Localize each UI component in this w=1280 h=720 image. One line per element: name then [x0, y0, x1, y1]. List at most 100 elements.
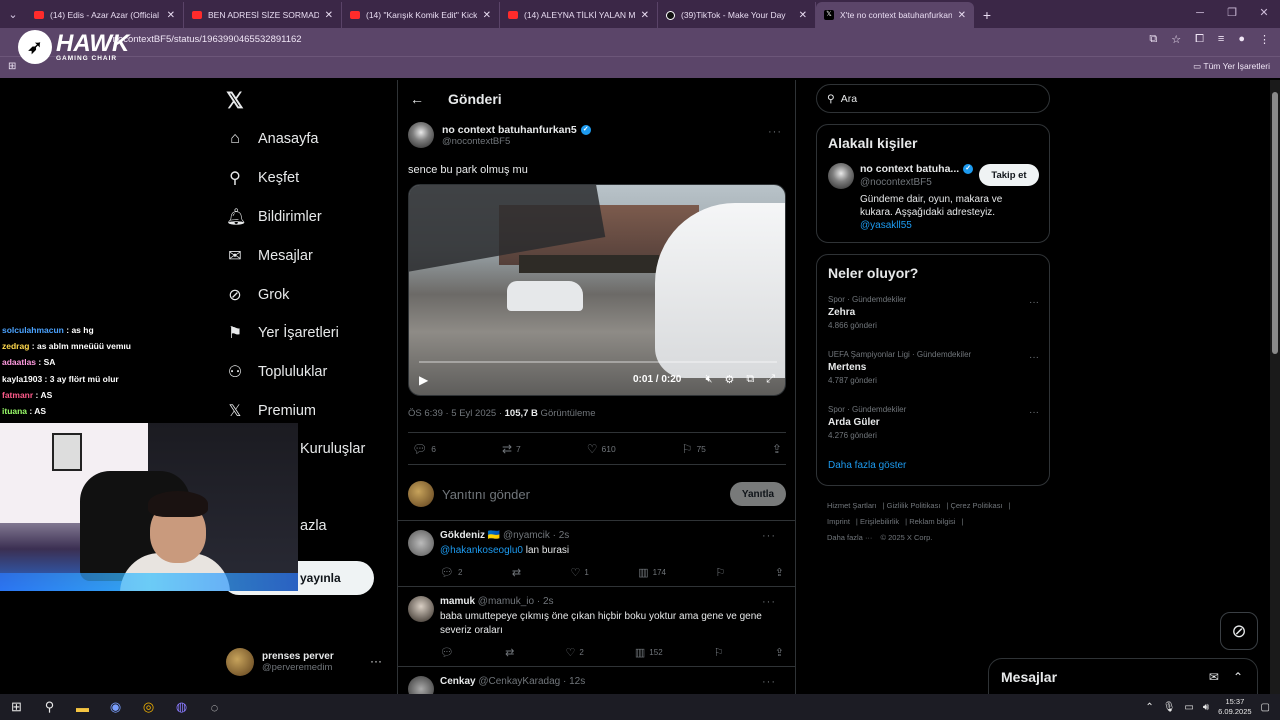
- windows-start-icon[interactable]: ⊞: [0, 699, 33, 715]
- nav-messages[interactable]: ✉ Mesajlar: [226, 236, 339, 275]
- share-button[interactable]: ⇪: [772, 442, 782, 456]
- pip-icon[interactable]: ⧉: [746, 373, 754, 386]
- views-button[interactable]: ▥ 152: [635, 646, 663, 659]
- video-player[interactable]: ▶ 0:01 / 0:20 🔇︎ ⚙ ⧉ ⤢: [408, 184, 786, 396]
- more-icon[interactable]: ···: [1029, 352, 1039, 363]
- new-tab-icon[interactable]: +: [974, 2, 1000, 28]
- profile-icon[interactable]: ●: [1238, 33, 1245, 46]
- reply-input[interactable]: Yanıtını gönder: [442, 487, 722, 502]
- all-bookmarks[interactable]: ▭ Tüm Yer İşaretleri: [1193, 61, 1270, 72]
- reply-button[interactable]: 💬︎: [440, 646, 454, 659]
- more-icon[interactable]: ···: [768, 126, 782, 138]
- obs-icon[interactable]: ◌: [198, 700, 231, 715]
- nav-communities[interactable]: ⚇ Topluluklar: [226, 353, 339, 392]
- relevant-person[interactable]: no context batuha... ✓ @nocontextBF5 Taki…: [817, 161, 1049, 241]
- file-explorer-icon[interactable]: ▬: [66, 700, 99, 715]
- install-icon[interactable]: ⧉: [1149, 33, 1157, 46]
- bookmark-button[interactable]: ⚐: [714, 646, 724, 659]
- more-icon[interactable]: ···: [762, 676, 776, 688]
- show-more-link[interactable]: Daha fazla göster: [817, 456, 1049, 483]
- volume-icon[interactable]: 🔊︎: [1203, 702, 1209, 713]
- nav-notifications[interactable]: 🔔︎ Bildirimler: [226, 198, 339, 237]
- list-item[interactable]: Gökdeniz 🇺🇦 @nyamcik · 2s ··· @hakankose…: [408, 530, 786, 586]
- tab-close-icon[interactable]: ✕: [325, 10, 333, 21]
- browser-tab[interactable]: (14) Edis - Azar Azar (Official Vi ✕: [26, 2, 184, 28]
- clock[interactable]: 15:37 6.09.2025: [1218, 697, 1251, 717]
- footer-link[interactable]: Imprint: [827, 517, 850, 526]
- browser-tab[interactable]: (14) "Karışık Komik Edit" Kick & ✕: [342, 2, 500, 28]
- play-icon[interactable]: ▶: [419, 373, 428, 387]
- tab-close-icon[interactable]: ✕: [958, 10, 966, 21]
- retweet-button[interactable]: ⇄: [505, 646, 514, 659]
- like-button[interactable]: ♡ 610: [587, 442, 616, 456]
- apps-icon[interactable]: ⊞: [8, 61, 16, 72]
- more-icon[interactable]: ···: [1029, 297, 1039, 308]
- scrollbar-thumb[interactable]: [1272, 92, 1278, 354]
- footer-link[interactable]: Çerez Politikası: [950, 501, 1002, 510]
- footer-link[interactable]: Erişilebilirlik: [860, 517, 899, 526]
- nav-more[interactable]: azla: [300, 518, 327, 534]
- nav-organizations[interactable]: Kuruluşlar: [300, 441, 365, 457]
- avatar[interactable]: [408, 596, 434, 622]
- more-icon[interactable]: ···: [762, 530, 776, 542]
- x-logo-icon[interactable]: 𝕏: [226, 88, 244, 114]
- follow-button[interactable]: Takip et: [979, 164, 1039, 186]
- views-button[interactable]: ▥ 174: [638, 566, 666, 579]
- account-switcher[interactable]: prenses perver @perveremedim ···: [226, 648, 382, 676]
- chrome-icon[interactable]: ◎: [132, 699, 165, 715]
- bio-link[interactable]: @yasakll55: [860, 219, 1030, 232]
- footer-link[interactable]: Gizlilik Politikası: [887, 501, 941, 510]
- tweet-time[interactable]: ÖS 6:39 · 5 Eyl 2025 ·: [408, 408, 505, 419]
- more-icon[interactable]: ···: [370, 654, 382, 668]
- messages-drawer[interactable]: Mesajlar ✉ ⌃: [988, 658, 1258, 696]
- new-message-icon[interactable]: ✉: [1209, 670, 1219, 684]
- grok-icon[interactable]: ⊘: [1220, 612, 1258, 650]
- more-icon[interactable]: ···: [762, 596, 776, 608]
- nav-bookmarks[interactable]: ⚑ Yer İşaretleri: [226, 314, 339, 353]
- more-icon[interactable]: ···: [1029, 407, 1039, 418]
- network-icon[interactable]: ▭: [1184, 702, 1193, 713]
- tweet-author[interactable]: no context batuhanfurkan5 ✓ @nocontextBF5: [408, 122, 786, 148]
- video-progress[interactable]: [419, 361, 777, 363]
- mic-icon[interactable]: 🎙︎: [1163, 702, 1176, 713]
- scrollbar[interactable]: [1270, 80, 1280, 694]
- avatar[interactable]: [408, 530, 434, 556]
- bookmark-button[interactable]: ⚐ 75: [682, 442, 706, 456]
- search-input[interactable]: ⚲ Ara: [816, 84, 1050, 113]
- app-icon[interactable]: ◉: [99, 699, 132, 715]
- tab-close-icon[interactable]: ✕: [483, 10, 491, 21]
- tab-close-icon[interactable]: ✕: [799, 10, 807, 21]
- footer-link[interactable]: Reklam bilgisi: [909, 517, 955, 526]
- share-button[interactable]: ⇪: [775, 566, 784, 579]
- fullscreen-icon[interactable]: ⤢: [766, 373, 775, 386]
- nav-grok[interactable]: ⊘ Grok: [226, 275, 339, 314]
- search-icon[interactable]: ⚲: [33, 699, 66, 715]
- back-arrow-icon[interactable]: ←: [410, 91, 424, 107]
- browser-tab-active[interactable]: 𝕏 X'te no context batuhanfurkan5 ✕: [816, 2, 974, 28]
- url-field[interactable]: /nocontextBF5/status/1963990465532891162: [110, 34, 302, 45]
- menu-icon[interactable]: ⋮: [1259, 33, 1270, 46]
- media-icon[interactable]: ≡: [1218, 33, 1224, 46]
- reply-button[interactable]: 💬︎ 6: [412, 442, 436, 456]
- tray-chevron-icon[interactable]: ⌃: [1145, 702, 1153, 713]
- nav-home[interactable]: ⌂ Anasayfa: [226, 120, 339, 159]
- notifications-icon[interactable]: ▢: [1261, 702, 1270, 713]
- reply-button[interactable]: 💬︎ 2: [440, 566, 462, 579]
- discord-icon[interactable]: ◍: [165, 699, 198, 715]
- extensions-icon[interactable]: ⧠: [1195, 33, 1204, 46]
- like-button[interactable]: ♡ 1: [570, 566, 588, 579]
- mute-icon[interactable]: 🔇︎: [706, 373, 713, 386]
- trend-item[interactable]: UEFA Şampiyonlar Ligi · Gündemdekiler Me…: [817, 346, 1049, 401]
- maximize-icon[interactable]: ❐: [1216, 0, 1248, 28]
- tab-close-icon[interactable]: ✕: [641, 10, 649, 21]
- settings-icon[interactable]: ⚙: [724, 373, 734, 386]
- avatar[interactable]: [408, 122, 434, 148]
- footer-link[interactable]: Daha fazla ···: [827, 533, 872, 542]
- retweet-button[interactable]: ⇄: [512, 566, 521, 579]
- trend-item[interactable]: Spor · Gündemdekiler Zehra 4.866 gönderi…: [817, 291, 1049, 346]
- chevron-up-icon[interactable]: ⌃: [1233, 670, 1243, 684]
- like-button[interactable]: ♡ 2: [565, 646, 583, 659]
- browser-tab[interactable]: BEN ADRESİ SİZE SORMADIM ✕: [184, 2, 342, 28]
- trend-item[interactable]: Spor · Gündemdekiler Arda Güler 4.276 gö…: [817, 401, 1049, 456]
- tab-search-icon[interactable]: ⌄: [0, 0, 26, 28]
